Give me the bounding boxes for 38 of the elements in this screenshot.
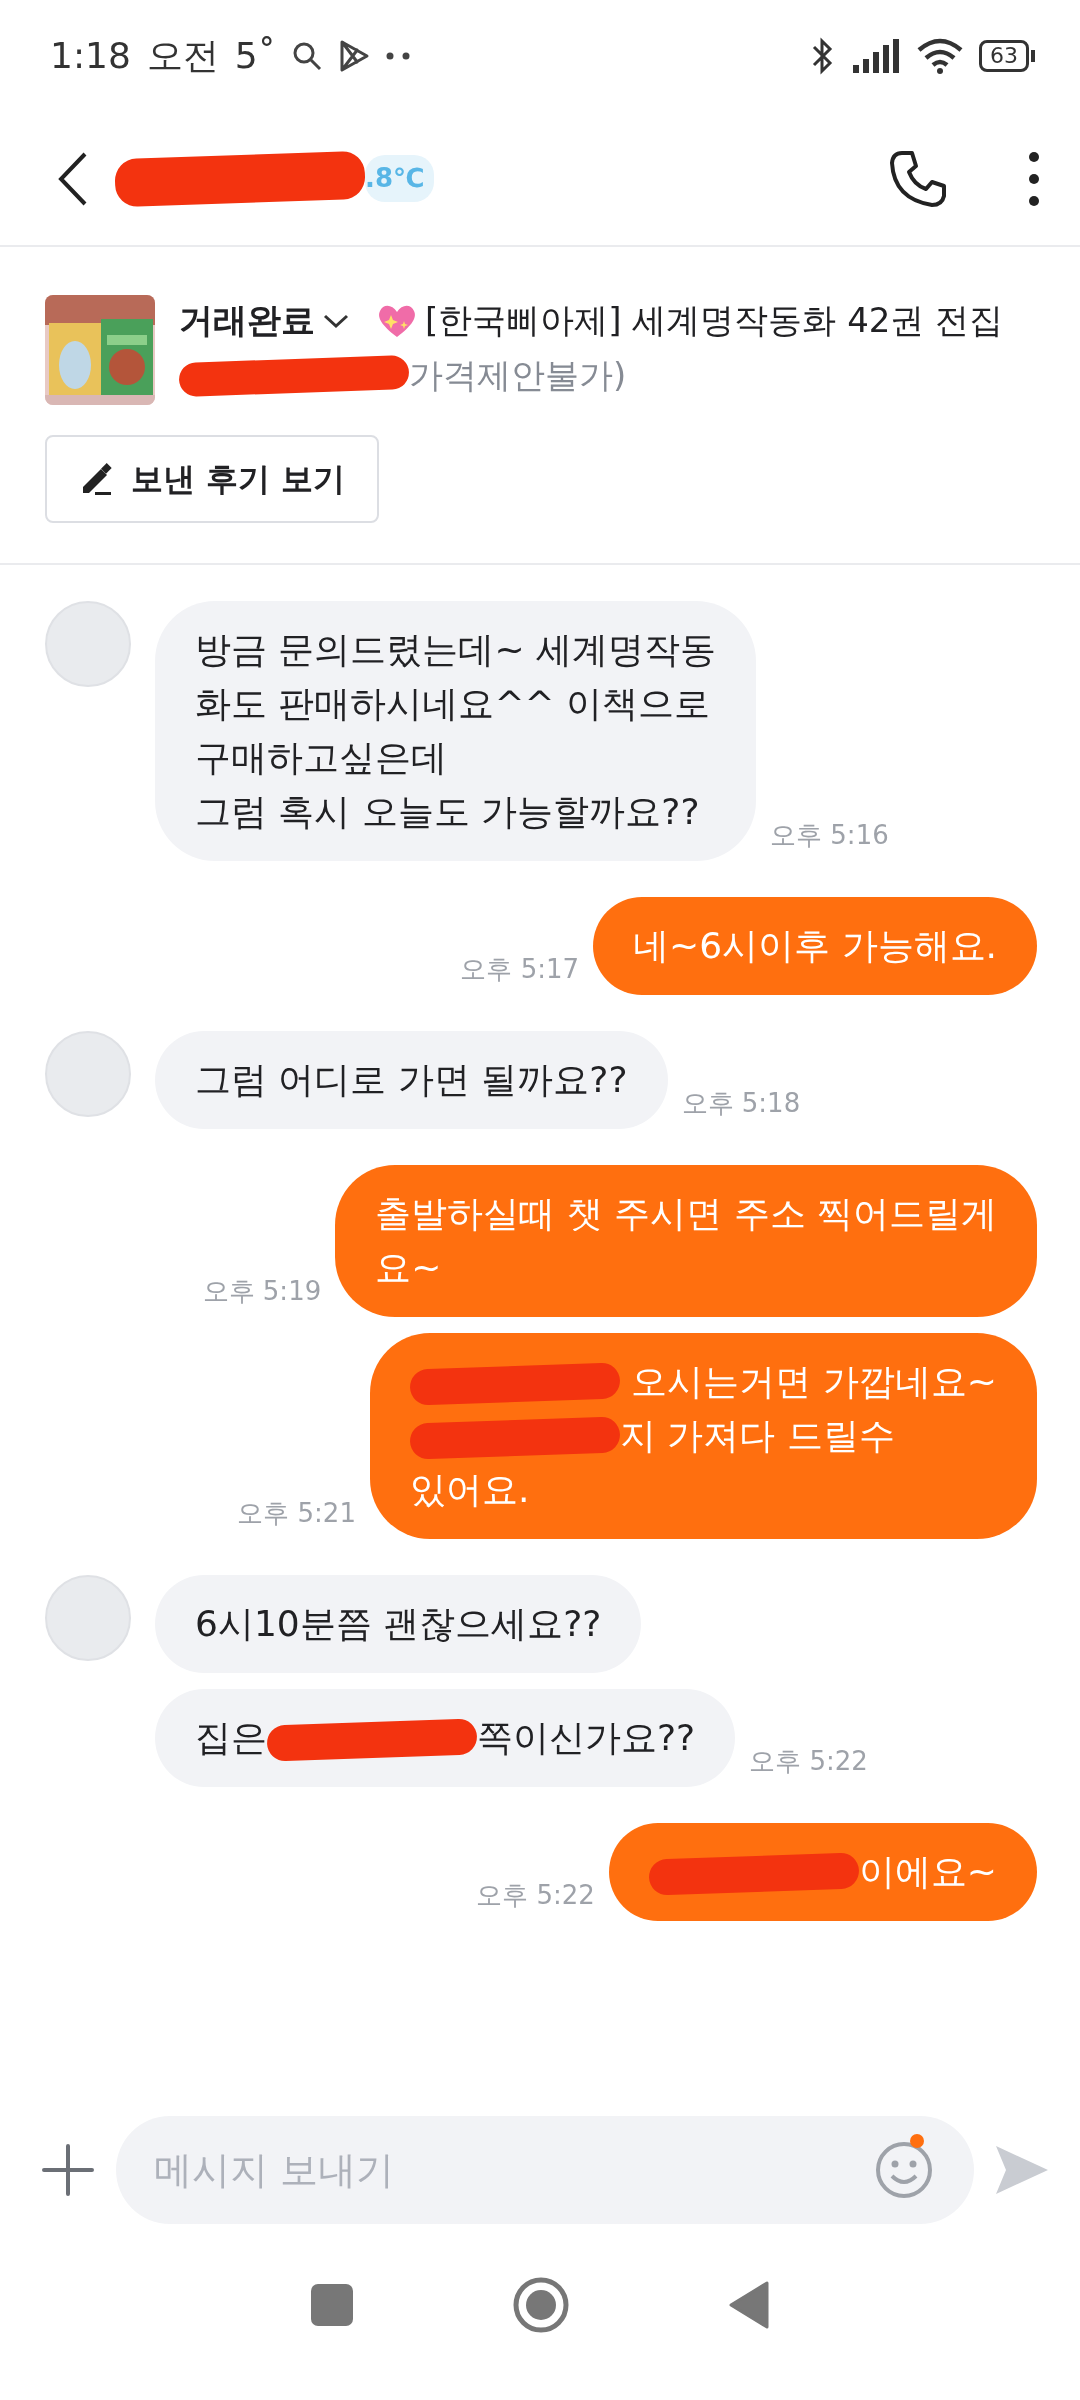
battery-indicator: 63 <box>979 40 1035 72</box>
home-circle-icon[interactable] <box>513 2277 569 2333</box>
temperature-badge: .8℃ <box>365 155 435 202</box>
message-bubble: 오시는거면 가깝네요~ 지 가져다 드릴수 있어요. <box>369 1333 1037 1539</box>
message-bubble: 방금 문의드렸는데~ 세계명작동 화도 판매하시네요^^ 이책으로 구매하고싶은데 그럼 혹시 오늘도 가능할까요?? <box>155 601 757 861</box>
chevron-down-icon[interactable] <box>323 312 349 329</box>
message-bubble: 이에요~ <box>608 1823 1037 1921</box>
signal-icon <box>853 39 901 73</box>
message-time: 오후 5:22 <box>476 1879 595 1912</box>
message-bubble: 집은 쪽이신가요?? <box>155 1689 736 1787</box>
price-note: 가격제안불가) <box>409 354 627 397</box>
message-bubble: 그럼 어디로 가면 될까요?? <box>155 1031 668 1129</box>
status-ampm: 오전 <box>146 34 219 78</box>
message-bubble: 출발하실때 챗 주시면 주소 찍어드릴게 요~ <box>335 1165 1037 1317</box>
message-time: 오후 5:17 <box>460 953 580 986</box>
phone-icon[interactable] <box>888 148 948 209</box>
smiley-icon[interactable] <box>874 2140 934 2200</box>
weather-temperature: 5˚ <box>234 34 276 78</box>
message-field[interactable]: 메시지 보내기 <box>116 2116 974 2224</box>
message-time: 오후 5:22 <box>749 1745 868 1778</box>
message-input[interactable]: 메시지 보내기 <box>152 2140 874 2200</box>
wifi-icon <box>917 38 963 74</box>
message-time: 오후 5:18 <box>681 1087 801 1120</box>
trade-status-dropdown[interactable]: 거래완료 <box>179 295 315 346</box>
message-time: 오후 5:21 <box>237 1497 356 1530</box>
message-time: 오후 5:16 <box>770 819 889 852</box>
search-icon <box>291 41 322 71</box>
product-title: [한국삐아제] 세계명작동화 42권 전집 <box>425 299 1004 342</box>
plus-icon[interactable] <box>40 2142 96 2198</box>
message-bubble: 네~6시이후 가능해요. <box>593 897 1037 995</box>
status-time: 1:18 <box>50 34 131 78</box>
back-triangle-icon[interactable] <box>729 2281 769 2329</box>
review-button[interactable]: 보낸 후기 보기 <box>45 435 380 523</box>
more-dots-icon <box>385 52 410 60</box>
message-bubble: 6시10분쯤 괜찮으세요?? <box>155 1575 642 1673</box>
more-vertical-icon[interactable] <box>1028 150 1040 207</box>
recents-square-icon[interactable] <box>311 2284 353 2326</box>
message-time: 오후 5:19 <box>202 1275 322 1308</box>
